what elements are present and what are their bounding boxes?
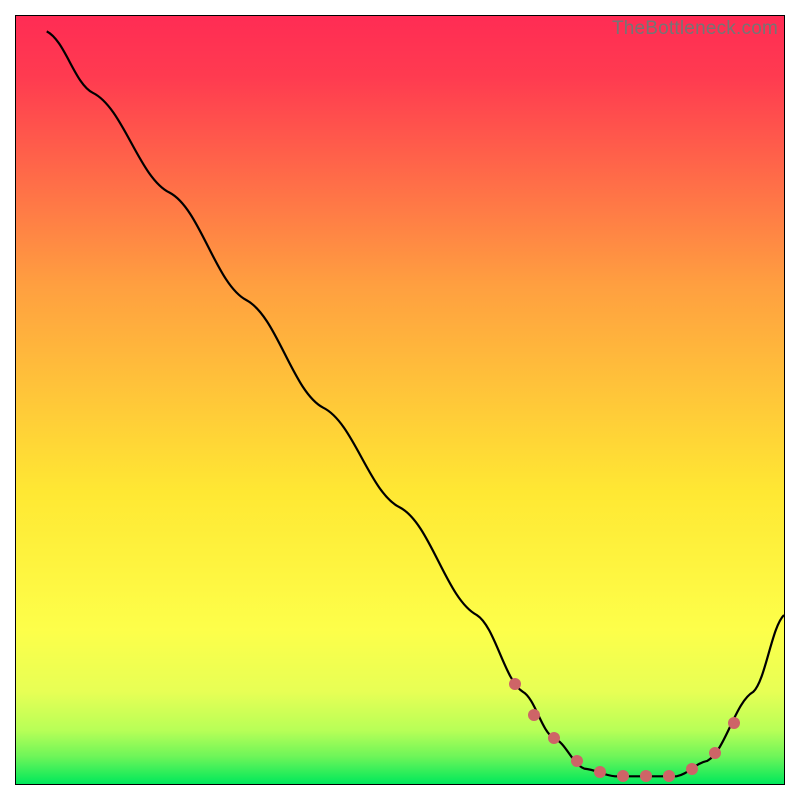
bottleneck-curve	[16, 16, 784, 784]
optimal-dot	[640, 770, 652, 782]
optimal-dot	[548, 732, 560, 744]
optimal-dot	[571, 755, 583, 767]
optimal-dot	[594, 766, 606, 778]
optimal-dot	[617, 770, 629, 782]
optimal-dot	[728, 717, 740, 729]
optimal-dot	[509, 678, 521, 690]
optimal-dot	[663, 770, 675, 782]
optimal-dot	[528, 709, 540, 721]
optimal-dot	[709, 747, 721, 759]
chart-frame: TheBottleneck.com	[15, 15, 785, 785]
optimal-dot	[686, 763, 698, 775]
